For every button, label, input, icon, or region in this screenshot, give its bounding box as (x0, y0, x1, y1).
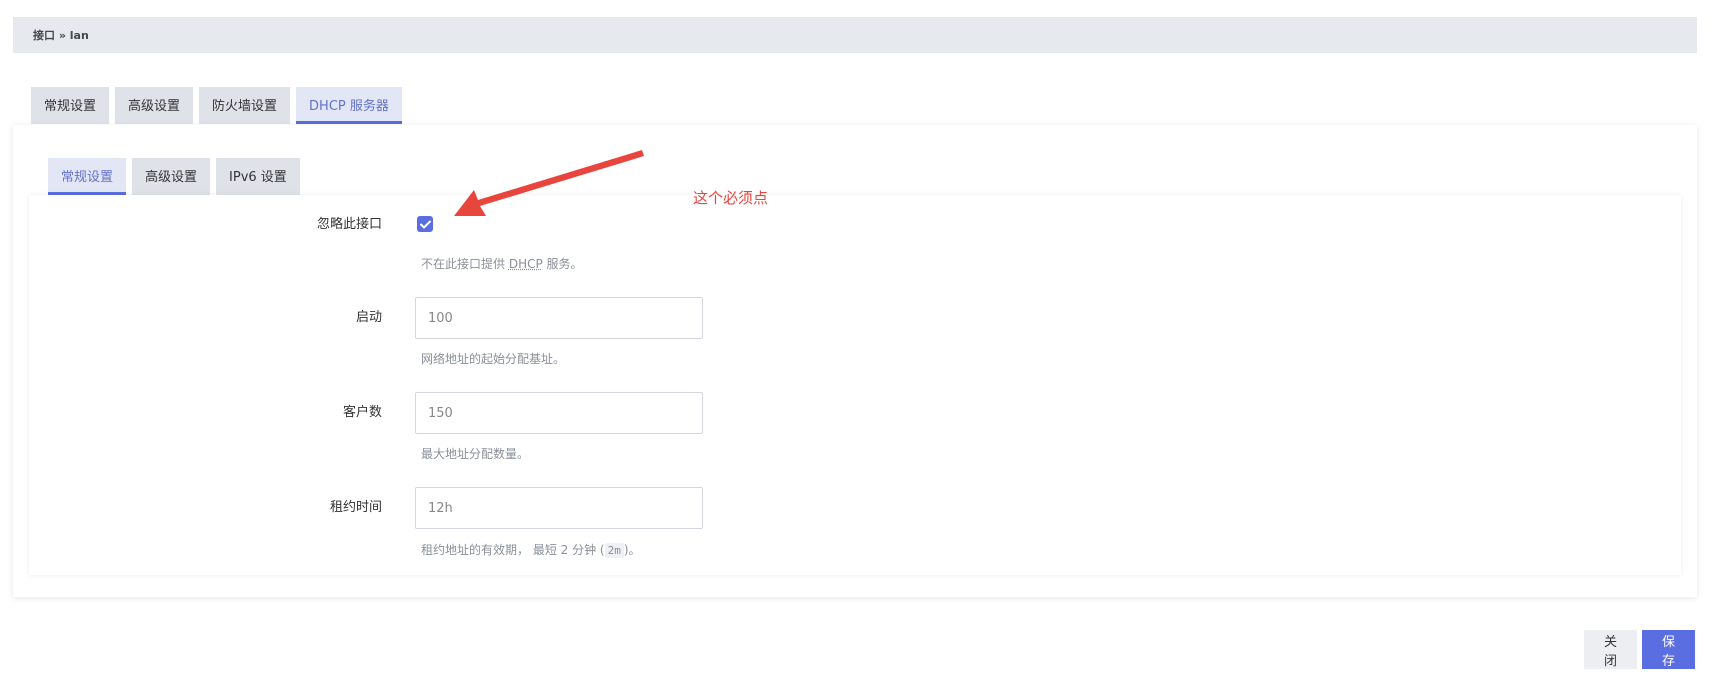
close-button[interactable]: 关闭 (1584, 630, 1637, 669)
start-help: 网络地址的起始分配基址。 (421, 352, 566, 366)
subtab-advanced-settings[interactable]: 高级设置 (132, 158, 211, 195)
limit-input[interactable] (415, 392, 703, 434)
leasetime-help: 租约地址的有效期， 最短 2 分钟 (2m)。 (421, 543, 641, 558)
tab-dhcp-server[interactable]: DHCP 服务器 (296, 87, 402, 124)
breadcrumb: 接口 » lan (13, 17, 1697, 53)
limit-label: 客户数 (342, 405, 382, 420)
start-label: 启动 (355, 310, 382, 325)
save-button[interactable]: 保存 (1642, 630, 1695, 669)
ignore-interface-checkbox[interactable] (417, 216, 433, 232)
tab-firewall-settings[interactable]: 防火墙设置 (199, 87, 291, 124)
subtab-general-settings[interactable]: 常规设置 (48, 158, 127, 195)
subtab-ipv6-settings[interactable]: IPv6 设置 (216, 158, 300, 195)
ignore-interface-help: 不在此接口提供 DHCP 服务。 (421, 257, 583, 271)
general-settings-form (29, 195, 1681, 575)
tab-general-settings[interactable]: 常规设置 (31, 87, 110, 124)
breadcrumb-text: 接口 » lan (33, 29, 89, 42)
leasetime-label: 租约时间 (329, 500, 382, 515)
leasetime-code: 2m (604, 543, 624, 558)
ignore-interface-label: 忽略此接口 (316, 217, 382, 232)
dhcp-abbr: DHCP (508, 257, 543, 271)
annotation-text: 这个必须点 (693, 189, 769, 207)
start-input[interactable] (415, 297, 703, 339)
dhcp-subtabs: 常规设置 高级设置 IPv6 设置 (48, 158, 300, 195)
checkmark-icon (419, 220, 431, 228)
tab-advanced-settings[interactable]: 高级设置 (115, 87, 194, 124)
limit-help: 最大地址分配数量。 (421, 447, 530, 461)
leasetime-input[interactable] (415, 487, 703, 529)
interface-tabs: 常规设置 高级设置 防火墙设置 DHCP 服务器 (31, 87, 402, 124)
annotation-arrow-icon (454, 150, 644, 216)
